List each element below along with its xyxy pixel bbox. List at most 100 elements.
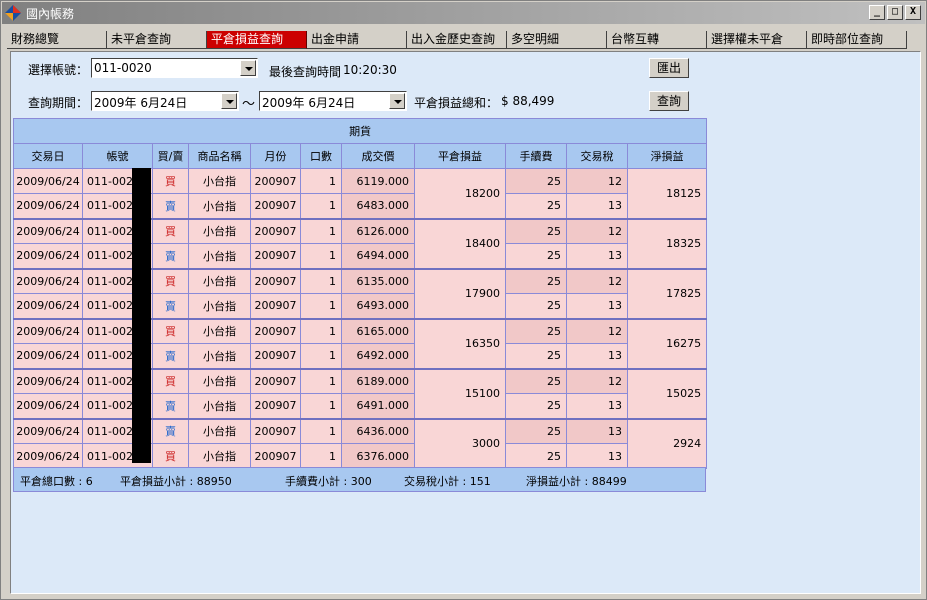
cell-product: 小台指 <box>188 443 251 469</box>
account-select[interactable]: 011-0020 <box>91 58 258 78</box>
chevron-down-icon[interactable] <box>221 93 237 109</box>
table-row[interactable]: 2009/06/24 011-0020 買小台指 200907 1 6189.000 151… <box>13 367 708 419</box>
header-tax[interactable]: 交易稅 <box>566 143 628 169</box>
cell-fee: 25 <box>505 168 567 194</box>
cell-trade-date: 2009/06/24 <box>13 267 83 294</box>
tab-finance-overview[interactable]: 財務總覽 <box>7 31 107 49</box>
export-button[interactable]: 匯出 <box>649 58 689 78</box>
total-pl-label: 平倉損益總和： <box>414 96 499 110</box>
window-controls: _ □ X <box>869 5 921 20</box>
chevron-down-icon[interactable] <box>389 93 405 109</box>
cell-price: 6119.000 <box>341 168 415 194</box>
cell-fee: 25 <box>505 217 567 244</box>
cell-trade-date: 2009/06/24 <box>13 243 83 269</box>
table-row[interactable]: 2009/06/24 011-0020 買小台指 200907 1 6165.000 163… <box>13 317 708 369</box>
cell-price: 6126.000 <box>341 217 415 244</box>
last-query-time: 10:20:30 <box>343 63 397 77</box>
cell-month: 200907 <box>250 443 301 469</box>
app-window: 國內帳務 _ □ X 財務總覽 未平倉查詢 平倉損益查詢 出金申請 出入金歷史查… <box>0 0 927 600</box>
header-month[interactable]: 月份 <box>250 143 301 169</box>
cell-trade-date: 2009/06/24 <box>13 193 83 219</box>
cell-trade-date: 2009/06/24 <box>13 443 83 469</box>
tab-option-open-positions[interactable]: 選擇權未平倉 <box>707 31 807 49</box>
cell-close-pl: 3000 <box>414 417 506 469</box>
tab-realtime-positions[interactable]: 即時部位查詢 <box>807 31 907 49</box>
title-bar[interactable]: 國內帳務 _ □ X <box>2 2 925 24</box>
cell-side: 買 <box>152 267 189 294</box>
table-row[interactable]: 2009/06/24 011-0020 買小台指 200907 1 6126.000 184… <box>13 217 708 269</box>
maximize-button[interactable]: □ <box>887 5 903 20</box>
table-row[interactable]: 2009/06/24 011-0020 賣小台指 200907 1 6483.000 25 1… <box>13 193 707 219</box>
table-row[interactable]: 2009/06/24 011-0020 買小台指 200907 1 6376.000 25 1… <box>13 443 707 469</box>
table-row[interactable]: 2009/06/24 011-0020 賣小台指 200907 1 6492.000 25 1… <box>13 343 707 369</box>
header-trade-date[interactable]: 交易日 <box>13 143 83 169</box>
cell-tax: 12 <box>566 317 628 344</box>
close-button[interactable]: X <box>905 5 921 20</box>
header-net-pl[interactable]: 淨損益 <box>626 143 708 169</box>
date-to-value: 2009年 6月24日 <box>262 96 356 110</box>
cell-fee: 25 <box>505 367 567 394</box>
header-side[interactable]: 買/賣 <box>152 143 189 169</box>
tab-currency-exchange[interactable]: 台幣互轉 <box>607 31 707 49</box>
cell-product: 小台指 <box>188 293 251 319</box>
date-from-picker[interactable]: 2009年 6月24日 <box>91 91 239 111</box>
tab-closed-pl[interactable]: 平倉損益查詢 <box>207 31 307 49</box>
tab-withdrawal[interactable]: 出金申請 <box>307 31 407 49</box>
cell-qty: 1 <box>300 317 342 344</box>
cell-net-pl: 17825 <box>626 267 708 319</box>
table-row[interactable]: 2009/06/24 011-0020 賣小台指 200907 1 6494.000 25 1… <box>13 243 707 269</box>
cell-fee: 25 <box>505 417 567 444</box>
header-price[interactable]: 成交價 <box>341 143 415 169</box>
table-row[interactable]: 2009/06/24 011-0020 買小台指 200907 1 6119.000 182… <box>13 168 708 219</box>
cell-side: 買 <box>152 367 189 394</box>
tab-deposit-history[interactable]: 出入金歷史查詢 <box>407 31 507 49</box>
header-product[interactable]: 商品名稱 <box>188 143 251 169</box>
tab-long-short-detail[interactable]: 多空明細 <box>507 31 607 49</box>
header-fee[interactable]: 手續費 <box>505 143 567 169</box>
cell-side: 賣 <box>152 193 189 219</box>
chevron-down-icon[interactable] <box>240 60 256 76</box>
table-row[interactable]: 2009/06/24 011-0020 賣小台指 200907 1 6436.000 300… <box>13 417 708 469</box>
cell-close-pl: 16350 <box>414 317 506 369</box>
header-account[interactable]: 帳號 <box>82 143 153 169</box>
query-button[interactable]: 查詢 <box>649 91 689 111</box>
cell-price: 6494.000 <box>341 243 415 269</box>
cell-tax: 13 <box>566 443 628 469</box>
cell-tax: 13 <box>566 243 628 269</box>
futures-table: 期貨 交易日 帳號 買/賣 商品名稱 月份 口數 成交價 平倉損益 手續費 交易稅 淨損益 2009… <box>12 118 708 469</box>
cell-month: 200907 <box>250 367 301 394</box>
header-qty[interactable]: 口數 <box>300 143 342 169</box>
section-title: 期貨 <box>12 118 708 144</box>
date-to-picker[interactable]: 2009年 6月24日 <box>259 91 407 111</box>
tab-open-positions[interactable]: 未平倉查詢 <box>107 31 207 49</box>
cell-month: 200907 <box>250 393 301 419</box>
cell-qty: 1 <box>300 217 342 244</box>
cell-qty: 1 <box>300 393 342 419</box>
cell-price: 6135.000 <box>341 267 415 294</box>
pl-subtotal: 平倉損益小計 : 88950 <box>120 475 232 488</box>
table-header-row: 交易日 帳號 買/賣 商品名稱 月份 口數 成交價 平倉損益 手續費 交易稅 淨損益 <box>13 143 708 169</box>
cell-trade-date: 2009/06/24 <box>13 317 83 344</box>
cell-close-pl: 17900 <box>414 267 506 319</box>
app-logo-icon <box>5 5 21 21</box>
cell-product: 小台指 <box>188 193 251 219</box>
cell-close-pl: 18400 <box>414 217 506 269</box>
cell-price: 6493.000 <box>341 293 415 319</box>
cell-qty: 1 <box>300 293 342 319</box>
minimize-button[interactable]: _ <box>869 5 885 20</box>
cell-month: 200907 <box>250 343 301 369</box>
cell-side: 買 <box>152 217 189 244</box>
cell-close-pl: 18200 <box>414 168 506 219</box>
cell-net-pl: 18325 <box>626 217 708 269</box>
table-row[interactable]: 2009/06/24 011-0020 賣小台指 200907 1 6491.000 25 1… <box>13 393 707 419</box>
table-row[interactable]: 2009/06/24 011-0020 賣小台指 200907 1 6493.000 25 1… <box>13 293 707 319</box>
cell-fee: 25 <box>505 443 567 469</box>
cell-price: 6491.000 <box>341 393 415 419</box>
last-query-label: 最後查詢時間 <box>269 65 342 79</box>
cell-fee: 25 <box>505 317 567 344</box>
cell-trade-date: 2009/06/24 <box>13 393 83 419</box>
table-row[interactable]: 2009/06/24 011-0020 買小台指 200907 1 6135.000 179… <box>13 267 708 319</box>
header-close-pl[interactable]: 平倉損益 <box>414 143 506 169</box>
cell-qty: 1 <box>300 267 342 294</box>
cell-qty: 1 <box>300 417 342 444</box>
